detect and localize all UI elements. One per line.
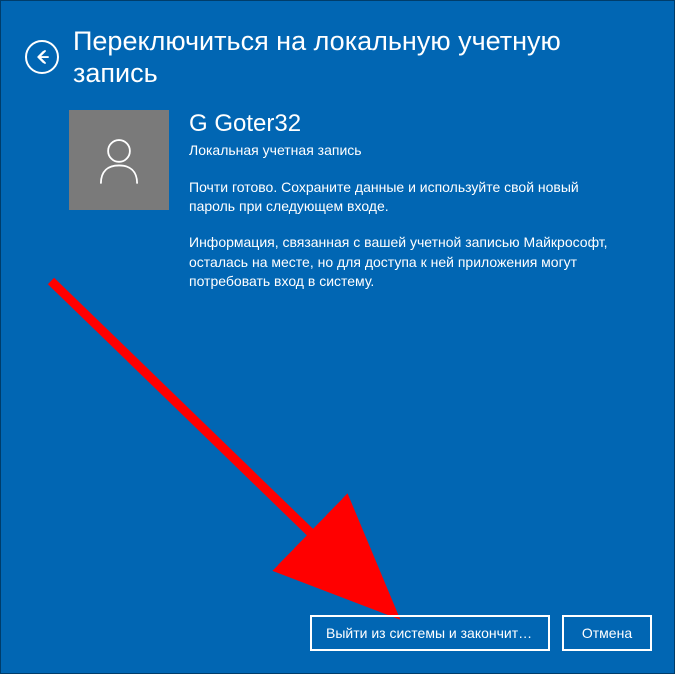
back-button[interactable] [25, 40, 59, 74]
arrow-left-icon [33, 48, 51, 66]
cancel-button[interactable]: Отмена [562, 615, 652, 651]
info-paragraph-2: Информация, связанная с вашей учетной за… [189, 233, 620, 292]
signout-finish-button[interactable]: Выйти из системы и закончить р... [310, 615, 550, 651]
person-icon [90, 131, 148, 189]
account-type-label: Локальная учетная запись [189, 142, 620, 158]
info-paragraph-1: Почти готово. Сохраните данные и использ… [189, 178, 620, 217]
annotation-arrow [41, 271, 421, 631]
page-title: Переключиться на локальную учетную запис… [73, 25, 650, 90]
avatar [69, 110, 169, 210]
user-name: G Goter32 [189, 110, 620, 138]
